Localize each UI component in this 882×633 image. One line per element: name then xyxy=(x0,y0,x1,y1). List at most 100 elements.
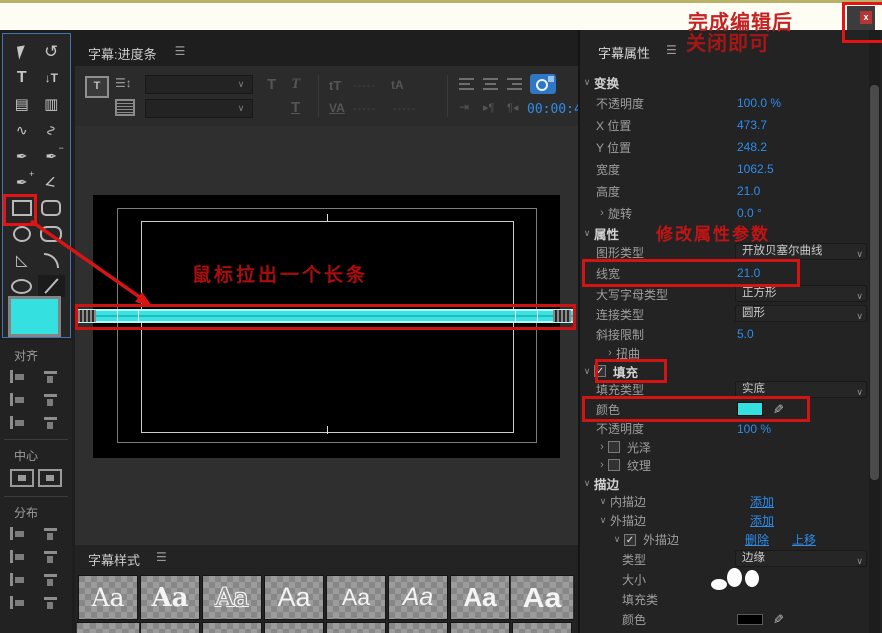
align-button-3[interactable] xyxy=(10,392,34,407)
join-type-select[interactable]: 圆形 ∨ xyxy=(735,305,867,322)
roll-crawl-options-icon[interactable]: ☰↕ xyxy=(115,76,132,90)
style-swatch-r1-1[interactable]: Aa xyxy=(78,575,138,620)
move-up-stroke-link[interactable]: 上移 xyxy=(792,531,816,548)
outer-stroke-checkbox[interactable]: ✓ xyxy=(624,534,636,546)
ellipse-circle-tool-icon[interactable] xyxy=(8,223,35,245)
font-style-select[interactable]: ∨ xyxy=(145,99,253,118)
miter-limit-value[interactable]: 5.0 xyxy=(737,327,754,341)
italic-button[interactable]: T xyxy=(291,76,300,93)
align-button-6[interactable] xyxy=(38,415,62,430)
graphic-type-select[interactable]: 开放贝塞尔曲线 ∨ xyxy=(735,243,867,260)
pen-tool-icon[interactable]: ✒ xyxy=(8,145,35,167)
delete-anchor-point-tool-icon[interactable]: ✒− xyxy=(38,145,65,167)
show-background-video-icon[interactable] xyxy=(530,74,556,94)
paragraph-ltr-icon[interactable]: ▸¶ xyxy=(483,101,494,114)
selection-handle[interactable] xyxy=(515,309,516,323)
tracking-slider[interactable]: ----- xyxy=(353,103,376,115)
style-swatch-r1-8[interactable]: Aa xyxy=(510,575,575,620)
distribute-button-7[interactable] xyxy=(10,595,34,610)
tab-stops-icon[interactable]: ⇥ xyxy=(459,100,469,114)
distribute-button-1[interactable] xyxy=(10,526,34,541)
align-button-5[interactable] xyxy=(10,415,34,430)
chevron-right-icon[interactable]: › xyxy=(596,207,608,219)
y-position-value[interactable]: 248.2 xyxy=(737,140,767,154)
chevron-down-icon[interactable]: ∨ xyxy=(596,515,610,526)
chevron-down-icon[interactable]: ∨ xyxy=(610,534,624,545)
chevron-right-icon[interactable]: › xyxy=(596,441,608,453)
align-right-icon[interactable] xyxy=(507,78,522,90)
section-strokes[interactable]: ∨ 描边 xyxy=(580,474,870,492)
vertical-type-tool-icon[interactable]: ↓T xyxy=(38,67,65,89)
align-button-1[interactable] xyxy=(10,369,34,384)
close-icon[interactable]: x xyxy=(860,11,872,24)
style-swatch-r1-7[interactable]: Aa xyxy=(450,575,510,620)
distribute-button-6[interactable] xyxy=(38,572,62,587)
align-left-icon[interactable] xyxy=(459,78,474,90)
section-fill[interactable]: ∨ ✓ 填充 xyxy=(580,362,870,380)
distribute-button-4[interactable] xyxy=(38,549,62,564)
align-button-2[interactable] xyxy=(38,369,62,384)
distribute-button-5[interactable] xyxy=(10,572,34,587)
paragraph-rtl-icon[interactable]: ¶◂ xyxy=(507,101,518,114)
eyedropper-icon[interactable]: ✎ xyxy=(769,404,785,415)
selection-handle[interactable] xyxy=(117,309,118,323)
delete-stroke-link[interactable]: 删除 xyxy=(745,531,769,548)
add-inner-stroke-link[interactable]: 添加 xyxy=(750,493,774,510)
convert-anchor-point-tool-icon[interactable]: ∠ xyxy=(38,171,65,193)
font-family-select[interactable]: ∨ xyxy=(145,75,253,94)
kerning-icon[interactable]: tA xyxy=(391,78,404,92)
add-outer-stroke-link[interactable]: 添加 xyxy=(750,512,774,529)
align-center-icon[interactable] xyxy=(483,78,498,90)
style-swatch-r1-2[interactable]: Aa xyxy=(140,575,200,620)
line-width-value[interactable]: 21.0 xyxy=(737,266,760,280)
rectangle-tool-icon[interactable] xyxy=(8,197,35,219)
tracking-icon[interactable]: VA xyxy=(329,101,345,115)
chevron-right-icon[interactable]: › xyxy=(596,459,608,471)
eyedropper-icon[interactable]: ✎ xyxy=(769,614,785,625)
selection-handle[interactable] xyxy=(138,309,139,323)
ellipse-tool-icon[interactable] xyxy=(8,275,35,297)
center-button-2[interactable] xyxy=(38,469,62,487)
chevron-down-icon[interactable]: ∨ xyxy=(596,496,610,507)
fill-opacity-value[interactable]: 100 % xyxy=(737,422,771,436)
section-transform[interactable]: ∨ 变换 xyxy=(580,72,870,92)
font-size-slider[interactable]: ----- xyxy=(353,80,376,92)
wedge-tool-icon[interactable]: ◺ xyxy=(8,249,35,271)
close-button[interactable]: x xyxy=(847,6,875,30)
center-button-1[interactable] xyxy=(10,469,34,487)
align-button-4[interactable] xyxy=(38,392,62,407)
rotation-tool-icon[interactable]: ↺ xyxy=(38,41,65,63)
stroke-color-swatch[interactable] xyxy=(737,614,763,625)
templates-icon[interactable] xyxy=(115,99,135,116)
distribute-button-2[interactable] xyxy=(38,526,62,541)
selection-handle-right[interactable] xyxy=(553,310,571,322)
stroke-type-select[interactable]: 边缘 ∨ xyxy=(735,550,867,567)
vertical-path-type-tool-icon[interactable]: ∿ xyxy=(38,119,65,141)
arc-tool-icon[interactable] xyxy=(38,249,65,271)
vertical-area-type-tool-icon[interactable]: ▥ xyxy=(38,93,65,115)
texture-checkbox[interactable] xyxy=(608,459,620,471)
area-type-tool-icon[interactable]: ▤ xyxy=(8,93,35,115)
style-swatch-r2-2[interactable]: Aa xyxy=(140,622,200,633)
style-swatch-r1-3[interactable]: Aa xyxy=(202,575,262,620)
bold-button[interactable]: T xyxy=(267,76,276,93)
title-canvas[interactable]: 鼠标拉出一个长条 xyxy=(75,126,578,545)
type-tool-icon[interactable]: T xyxy=(8,67,35,89)
scrollbar-thumb[interactable] xyxy=(870,85,879,480)
cap-type-select[interactable]: 正方形 ∨ xyxy=(735,285,867,302)
rotation-value[interactable]: 0.0 ° xyxy=(737,206,762,220)
width-value[interactable]: 1062.5 xyxy=(737,162,774,176)
row-distort[interactable]: › 扭曲 xyxy=(580,344,870,362)
underline-button[interactable]: T xyxy=(291,99,300,116)
rounded-rectangle-tool-icon[interactable] xyxy=(38,197,65,219)
opacity-value[interactable]: 100.0 % xyxy=(737,96,781,110)
add-anchor-point-tool-icon[interactable]: ✒+ xyxy=(8,171,35,193)
path-type-tool-icon[interactable]: ∿ xyxy=(8,119,35,141)
x-position-value[interactable]: 473.7 xyxy=(737,118,767,132)
fill-color-swatch[interactable] xyxy=(737,402,763,416)
distribute-button-8[interactable] xyxy=(38,595,62,610)
height-value[interactable]: 21.0 xyxy=(737,184,760,198)
fill-checkbox[interactable]: ✓ xyxy=(594,365,606,377)
panel-menu-icon[interactable]: ☰ xyxy=(175,44,186,63)
selection-handle-left[interactable] xyxy=(78,310,96,322)
